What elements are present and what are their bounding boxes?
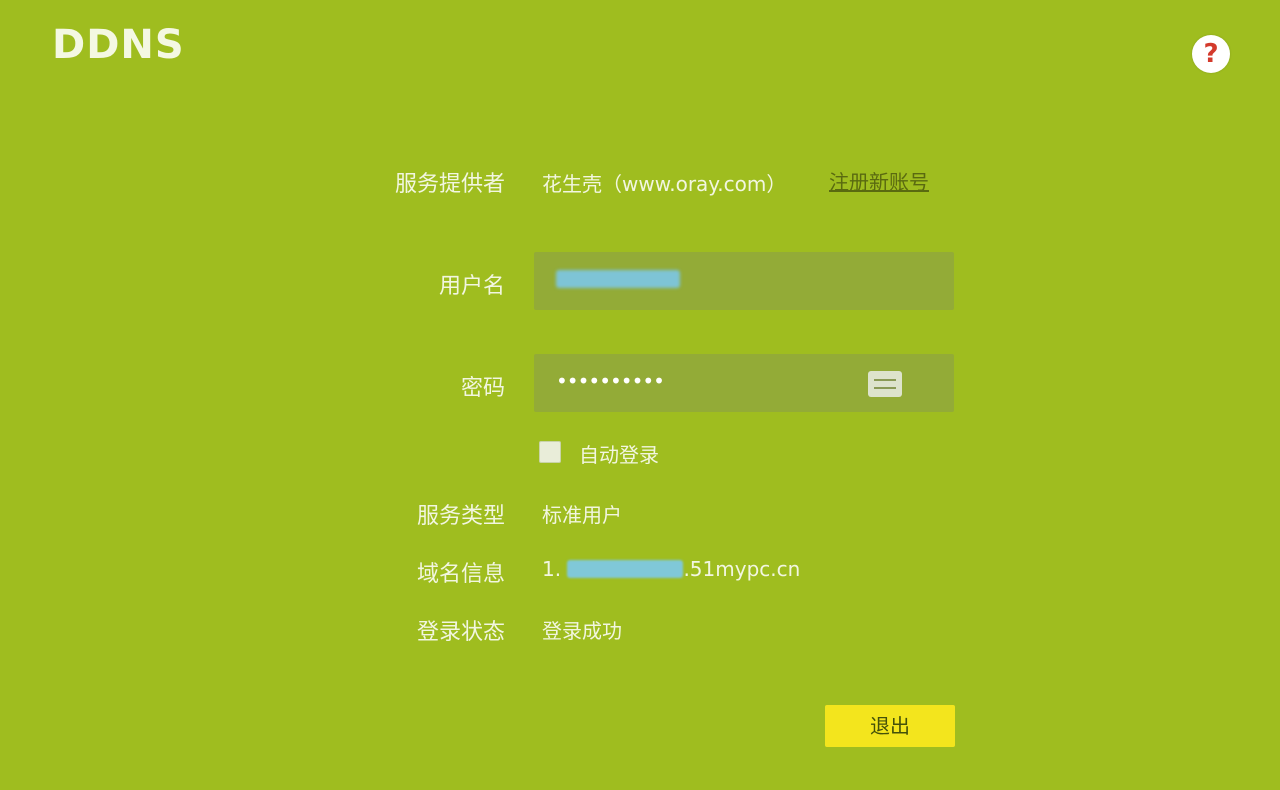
provider-value: 花生壳（www.oray.com） — [542, 172, 787, 196]
domain-redacted — [567, 560, 684, 578]
domain-suffix: .51mypc.cn — [683, 557, 801, 581]
password-input[interactable]: •••••••••• — [534, 354, 954, 412]
username-input[interactable] — [534, 252, 954, 310]
domain-info-value: 1. .51mypc.cn — [542, 557, 800, 581]
password-value: •••••••••• — [556, 369, 665, 393]
register-account-link[interactable]: 注册新账号 — [829, 166, 929, 195]
domain-info-label: 域名信息 — [416, 562, 505, 587]
username-redacted-value — [556, 270, 680, 288]
service-type-label: 服务类型 — [416, 504, 505, 529]
auto-login-checkbox[interactable] — [539, 441, 561, 463]
page-title: DDNS — [52, 22, 185, 68]
service-type-value: 标准用户 — [542, 503, 622, 527]
help-icon[interactable]: ? — [1192, 35, 1230, 73]
auto-login-label[interactable]: 自动登录 — [579, 439, 659, 468]
password-label: 密码 — [460, 376, 505, 401]
login-status-label: 登录状态 — [416, 620, 505, 645]
username-label: 用户名 — [438, 274, 505, 299]
logout-button[interactable]: 退出 — [825, 705, 955, 747]
show-password-icon[interactable] — [868, 371, 902, 397]
login-status-value: 登录成功 — [542, 619, 622, 643]
domain-prefix: 1. — [542, 557, 562, 581]
provider-label: 服务提供者 — [394, 172, 505, 197]
